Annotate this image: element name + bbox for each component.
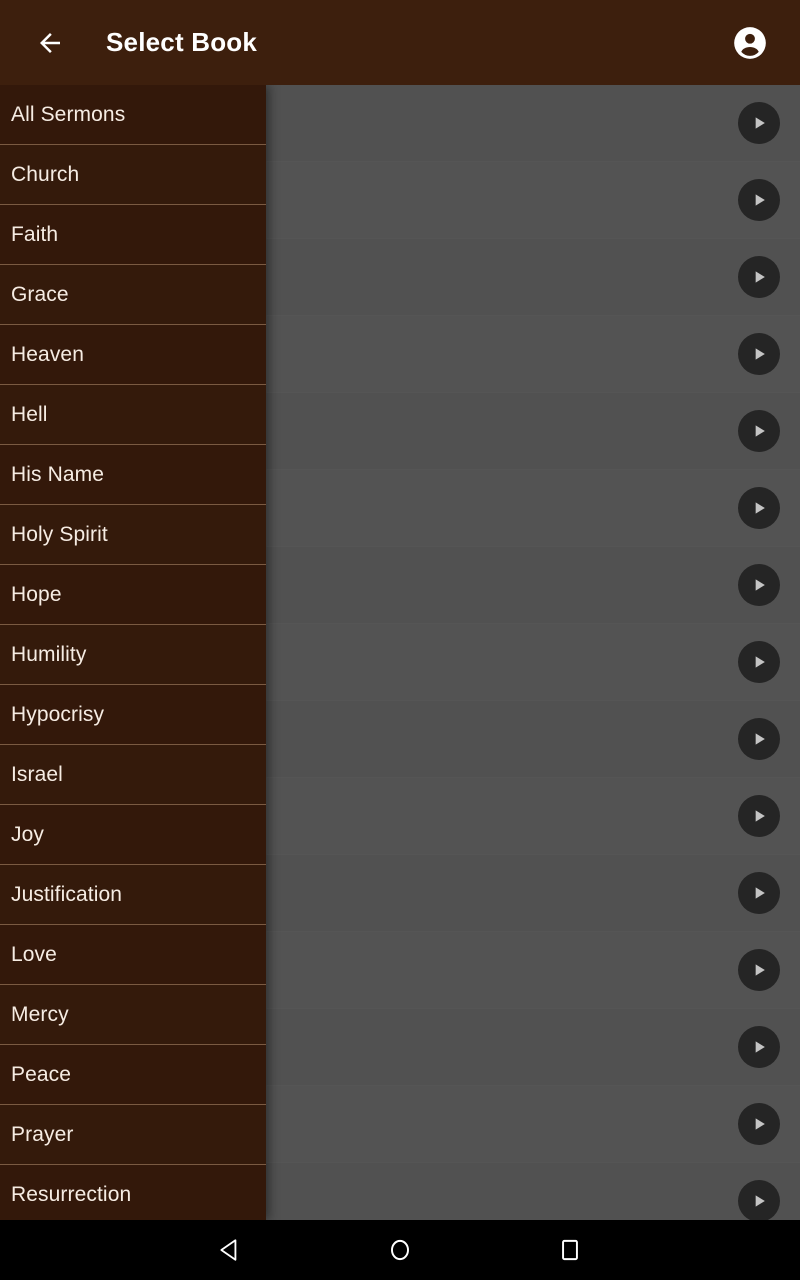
drawer-item-humility[interactable]: Humility <box>0 625 266 685</box>
drawer-item-label: Grace <box>11 282 69 306</box>
drawer-item-heaven[interactable]: Heaven <box>0 325 266 385</box>
app-screen: A Call to Holy Living at 00:00ithan Pain… <box>0 0 800 1280</box>
play-circle-icon[interactable] <box>738 487 780 529</box>
drawer-item-label: Peace <box>11 1062 72 1086</box>
drawer-item-label: His Name <box>11 462 104 486</box>
drawer-item-peace[interactable]: Peace <box>0 1045 266 1105</box>
drawer-item-label: Heaven <box>11 342 84 366</box>
drawer-item-love[interactable]: Love <box>0 925 266 985</box>
navigation-drawer[interactable]: All Sermons Church Faith Grace Heaven Hell His… <box>0 85 266 1220</box>
drawer-item-israel[interactable]: Israel <box>0 745 266 805</box>
drawer-item-label: Hope <box>11 582 62 606</box>
drawer-item-label: Prayer <box>11 1122 74 1146</box>
drawer-item-label: Holy Spirit <box>11 522 108 546</box>
drawer-item-holy-spirit[interactable]: Holy Spirit <box>0 505 266 565</box>
drawer-item-label: All Sermons <box>11 102 126 126</box>
page-title: Select Book <box>106 27 258 57</box>
drawer-item-justification[interactable]: Justification <box>0 865 266 925</box>
play-circle-icon[interactable] <box>738 1026 780 1068</box>
drawer-item-joy[interactable]: Joy <box>0 805 266 865</box>
account-circle-icon[interactable] <box>724 17 776 69</box>
drawer-item-mercy[interactable]: Mercy <box>0 985 266 1045</box>
play-circle-icon[interactable] <box>738 641 780 683</box>
back-arrow-icon[interactable] <box>24 17 76 69</box>
drawer-item-hypocrisy[interactable]: Hypocrisy <box>0 685 266 745</box>
drawer-item-label: Hell <box>11 402 48 426</box>
drawer-item-church[interactable]: Church <box>0 145 266 205</box>
nav-back-button[interactable] <box>145 1220 315 1280</box>
play-circle-icon[interactable] <box>738 564 780 606</box>
drawer-item-label: Love <box>11 942 57 966</box>
drawer-item-prayer[interactable]: Prayer <box>0 1105 266 1165</box>
system-navigation-bar <box>0 1220 800 1280</box>
drawer-item-label: Hypocrisy <box>11 702 105 726</box>
app-bar: Select Book <box>0 0 800 85</box>
drawer-item-resurrection[interactable]: Resurrection <box>0 1165 266 1220</box>
play-circle-icon[interactable] <box>738 872 780 914</box>
drawer-item-label: Mercy <box>11 1002 69 1026</box>
play-circle-icon[interactable] <box>738 102 780 144</box>
nav-recents-button[interactable] <box>485 1220 655 1280</box>
play-circle-icon[interactable] <box>738 179 780 221</box>
drawer-item-grace[interactable]: Grace <box>0 265 266 325</box>
play-circle-icon[interactable] <box>738 795 780 837</box>
play-circle-icon[interactable] <box>738 256 780 298</box>
play-circle-icon[interactable] <box>738 333 780 375</box>
drawer-item-hell[interactable]: Hell <box>0 385 266 445</box>
play-circle-icon[interactable] <box>738 410 780 452</box>
play-circle-icon[interactable] <box>738 718 780 760</box>
drawer-item-label: Humility <box>11 642 87 666</box>
drawer-item-label: Israel <box>11 762 63 786</box>
drawer-item-label: Resurrection <box>11 1182 132 1206</box>
drawer-item-his-name[interactable]: His Name <box>0 445 266 505</box>
play-circle-icon[interactable] <box>738 1180 780 1220</box>
nav-home-button[interactable] <box>315 1220 485 1280</box>
play-circle-icon[interactable] <box>738 949 780 991</box>
drawer-item-label: Church <box>11 162 80 186</box>
drawer-item-label: Faith <box>11 222 59 246</box>
drawer-item-hope[interactable]: Hope <box>0 565 266 625</box>
drawer-item-label: Joy <box>11 822 44 846</box>
drawer-item-faith[interactable]: Faith <box>0 205 266 265</box>
play-circle-icon[interactable] <box>738 1103 780 1145</box>
drawer-item-all-sermons[interactable]: All Sermons <box>0 85 266 145</box>
drawer-item-label: Justification <box>11 882 123 906</box>
